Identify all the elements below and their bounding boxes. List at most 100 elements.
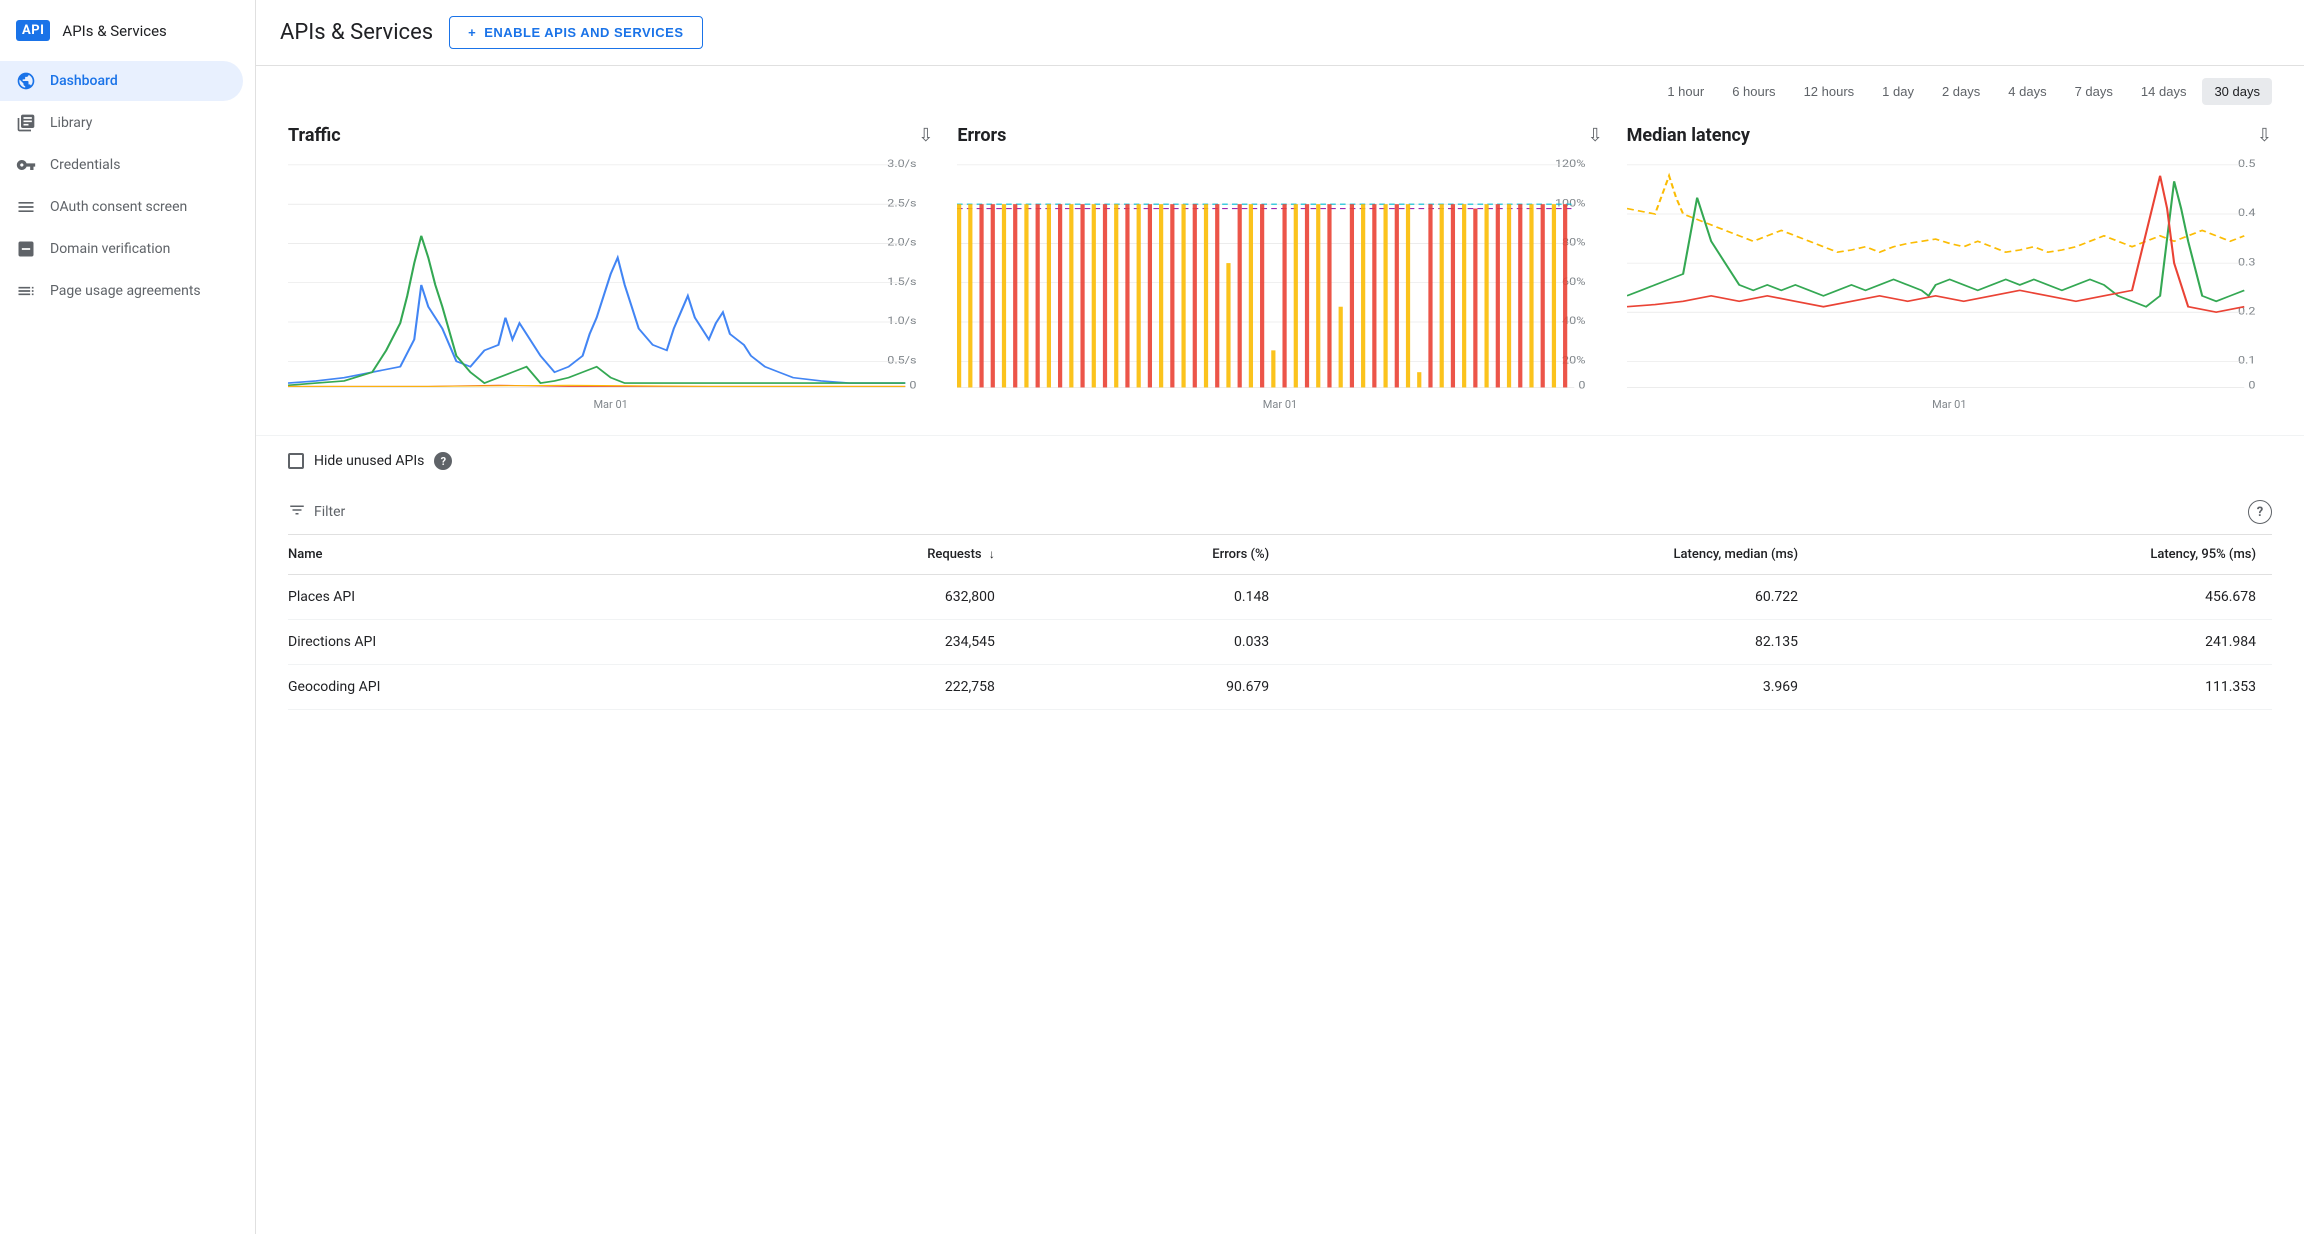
traffic-chart-svg: 3.0/s 2.5/s 2.0/s 1.5/s 1.0/s 0.5/s 0 — [288, 154, 933, 394]
table-row[interactable]: Geocoding API 222,758 90.679 3.969 111.3… — [288, 665, 2272, 710]
main-header: APIs & Services + ENABLE APIS AND SERVIC… — [256, 0, 2304, 66]
sidebar-item-dashboard[interactable]: Dashboard — [0, 61, 243, 101]
traffic-chart-container: 3.0/s 2.5/s 2.0/s 1.5/s 1.0/s 0.5/s 0 — [288, 154, 933, 394]
table-body: Places API 632,800 0.148 60.722 456.678 … — [288, 575, 2272, 710]
svg-text:0: 0 — [2248, 380, 2255, 391]
time-btn-1hour[interactable]: 1 hour — [1655, 78, 1716, 105]
svg-text:0.1: 0.1 — [2238, 355, 2256, 366]
row-latency-median: 82.135 — [1285, 620, 1814, 665]
svg-text:120%: 120% — [1555, 158, 1586, 169]
table-help-icon[interactable]: ? — [2248, 500, 2272, 524]
sidebar: API APIs & Services Dashboard Library Cr… — [0, 0, 256, 1234]
oauth-icon — [16, 197, 36, 217]
sidebar-item-label: Credentials — [50, 157, 120, 173]
row-errors: 90.679 — [1011, 665, 1285, 710]
sidebar-item-label: Library — [50, 115, 92, 131]
svg-text:100%: 100% — [1555, 198, 1586, 209]
enable-button-label: ENABLE APIS AND SERVICES — [484, 25, 683, 40]
row-latency-median: 3.969 — [1285, 665, 1814, 710]
dashboard-icon — [16, 71, 36, 91]
time-btn-7days[interactable]: 7 days — [2063, 78, 2125, 105]
filter-left: Filter — [288, 501, 345, 524]
svg-text:0: 0 — [1579, 380, 1586, 391]
table-row[interactable]: Places API 632,800 0.148 60.722 456.678 — [288, 575, 2272, 620]
errors-chart-title: Errors — [957, 125, 1006, 146]
latency-chart-header: Median latency ⇩ — [1627, 125, 2272, 146]
latency-download-icon[interactable]: ⇩ — [2257, 125, 2272, 146]
page-usage-icon — [16, 281, 36, 301]
main-content: APIs & Services + ENABLE APIS AND SERVIC… — [256, 0, 2304, 1234]
sidebar-item-label: Domain verification — [50, 241, 170, 257]
time-btn-30days[interactable]: 30 days — [2202, 78, 2272, 105]
sidebar-item-label: OAuth consent screen — [50, 199, 187, 215]
row-errors: 0.033 — [1011, 620, 1285, 665]
api-table-section: Filter ? Name Requests ↓ Errors (%) Late… — [288, 490, 2272, 710]
plus-icon: + — [468, 25, 476, 40]
row-latency-95: 111.353 — [1814, 665, 2272, 710]
domain-icon — [16, 239, 36, 259]
time-btn-6hours[interactable]: 6 hours — [1720, 78, 1787, 105]
sidebar-item-oauth[interactable]: OAuth consent screen — [0, 187, 243, 227]
svg-text:0.3: 0.3 — [2238, 257, 2256, 268]
latency-chart-svg: 0.5 0.4 0.3 0.2 0.1 0 — [1627, 154, 2272, 394]
row-latency-95: 456.678 — [1814, 575, 2272, 620]
table-header: Name Requests ↓ Errors (%) Latency, medi… — [288, 535, 2272, 575]
api-table: Name Requests ↓ Errors (%) Latency, medi… — [288, 535, 2272, 710]
hide-unused-checkbox[interactable] — [288, 453, 304, 469]
table-row[interactable]: Directions API 234,545 0.033 82.135 241.… — [288, 620, 2272, 665]
time-btn-2days[interactable]: 2 days — [1930, 78, 1992, 105]
svg-text:0.4: 0.4 — [2238, 208, 2256, 219]
time-btn-1day[interactable]: 1 day — [1870, 78, 1926, 105]
col-latency-median: Latency, median (ms) — [1285, 535, 1814, 575]
latency-chart-title: Median latency — [1627, 125, 1750, 146]
errors-x-label: Mar 01 — [957, 398, 1602, 411]
hide-unused-apis-row: Hide unused APIs ? — [288, 452, 2272, 470]
latency-chart-card: Median latency ⇩ 0.5 0.4 0.3 0.2 0.1 0 — [1627, 125, 2272, 411]
time-range-bar: 1 hour 6 hours 12 hours 1 day 2 days 4 d… — [256, 66, 2304, 117]
errors-chart-card: Errors ⇩ 120% 100% 80% 60% 40% 20% 0 — [957, 125, 1602, 411]
row-requests: 632,800 — [696, 575, 1011, 620]
svg-text:2.5/s: 2.5/s — [887, 198, 916, 209]
row-latency-95: 241.984 — [1814, 620, 2272, 665]
errors-chart-header: Errors ⇩ — [957, 125, 1602, 146]
time-btn-14days[interactable]: 14 days — [2129, 78, 2199, 105]
latency-chart-container: 0.5 0.4 0.3 0.2 0.1 0 — [1627, 154, 2272, 394]
time-btn-12hours[interactable]: 12 hours — [1792, 78, 1867, 105]
hide-unused-help-icon[interactable]: ? — [434, 452, 452, 470]
filter-label[interactable]: Filter — [314, 504, 345, 520]
errors-download-icon[interactable]: ⇩ — [1588, 125, 1603, 146]
api-logo-badge: API — [16, 20, 50, 41]
errors-chart-svg: 120% 100% 80% 60% 40% 20% 0 — [957, 154, 1602, 394]
row-name: Places API — [288, 575, 696, 620]
time-btn-4days[interactable]: 4 days — [1996, 78, 2058, 105]
traffic-chart-card: Traffic ⇩ 3.0/s 2.5/s 2.0/s 1.5/s 1.0/s … — [288, 125, 933, 411]
traffic-download-icon[interactable]: ⇩ — [918, 125, 933, 146]
sort-icon: ↓ — [989, 547, 995, 561]
svg-text:0.5: 0.5 — [2238, 158, 2256, 169]
sidebar-item-page-usage[interactable]: Page usage agreements — [0, 271, 243, 311]
sidebar-item-credentials[interactable]: Credentials — [0, 145, 243, 185]
traffic-chart-header: Traffic ⇩ — [288, 125, 933, 146]
library-icon — [16, 113, 36, 133]
sidebar-item-domain[interactable]: Domain verification — [0, 229, 243, 269]
row-name: Directions API — [288, 620, 696, 665]
hide-unused-label: Hide unused APIs — [314, 453, 424, 469]
row-errors: 0.148 — [1011, 575, 1285, 620]
charts-section: Traffic ⇩ 3.0/s 2.5/s 2.0/s 1.5/s 1.0/s … — [256, 117, 2304, 435]
filter-icon — [288, 501, 306, 524]
sidebar-item-label: Page usage agreements — [50, 283, 201, 299]
sidebar-item-library[interactable]: Library — [0, 103, 243, 143]
row-latency-median: 60.722 — [1285, 575, 1814, 620]
traffic-chart-title: Traffic — [288, 125, 341, 146]
latency-x-label: Mar 01 — [1627, 398, 2272, 411]
svg-text:2.0/s: 2.0/s — [887, 237, 916, 248]
sidebar-item-label: Dashboard — [50, 73, 118, 89]
col-requests[interactable]: Requests ↓ — [696, 535, 1011, 575]
enable-apis-button[interactable]: + ENABLE APIS AND SERVICES — [449, 16, 702, 49]
svg-text:3.0/s: 3.0/s — [887, 158, 916, 169]
sidebar-navigation: Dashboard Library Credentials OAuth cons… — [0, 61, 255, 311]
traffic-x-label: Mar 01 — [288, 398, 933, 411]
sidebar-app-title: APIs & Services — [62, 22, 166, 40]
svg-text:1.0/s: 1.0/s — [887, 316, 916, 327]
col-errors: Errors (%) — [1011, 535, 1285, 575]
